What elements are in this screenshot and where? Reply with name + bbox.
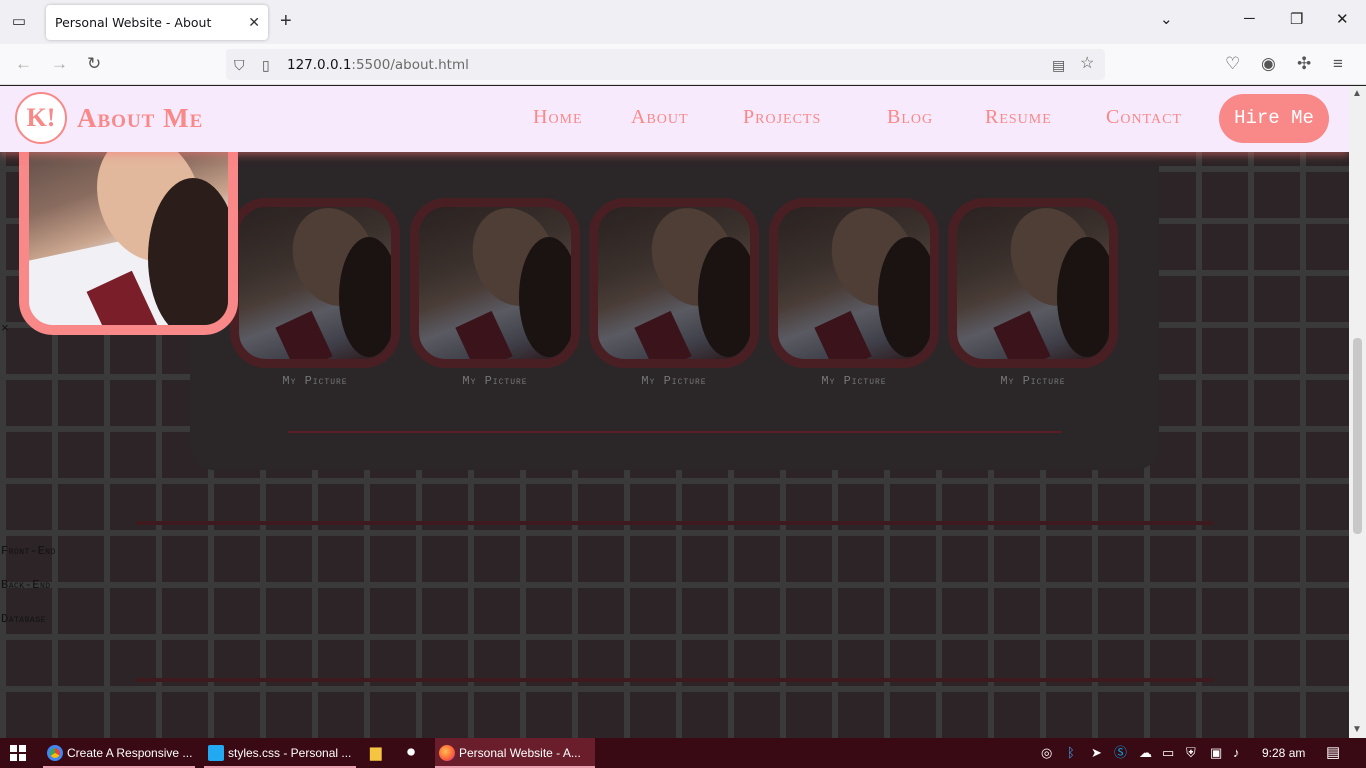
gallery-caption: My Picture	[821, 374, 887, 388]
profile-photo	[19, 128, 238, 335]
gallery-caption: My Picture	[641, 374, 707, 388]
taskbar-item-firefox[interactable]: Personal Website - A...	[435, 738, 595, 768]
gallery-photo[interactable]	[410, 198, 580, 368]
security-icon[interactable]: ⛨	[1186, 745, 1196, 761]
bookmark-star-icon[interactable]: ☆	[1080, 54, 1094, 74]
nav-contact[interactable]: Contact	[1106, 106, 1182, 129]
url-bar[interactable]: ⛉ ▯ 127.0.0.1:5500/about.html ▤ ☆	[226, 49, 1105, 80]
page-viewport: K! About Me Home About Projects Blog Res…	[0, 86, 1349, 738]
skill-item: Back-End	[1, 578, 51, 592]
scroll-thumb[interactable]	[1353, 338, 1362, 534]
arrow-icon[interactable]: ➤	[1091, 745, 1102, 761]
steam-icon[interactable]: ◎	[1041, 745, 1052, 761]
menu-icon[interactable]: ≡	[1333, 54, 1343, 74]
skill-item: Database	[1, 612, 46, 626]
bluetooth-icon[interactable]: ᛒ	[1067, 745, 1075, 761]
shield-icon[interactable]: ⛉	[234, 55, 245, 75]
nav-projects[interactable]: Projects	[743, 106, 821, 129]
taskbar-label: Create A Responsive ...	[67, 746, 193, 760]
scroll-up-icon[interactable]: ▲	[1352, 88, 1362, 99]
windows-start-icon[interactable]	[10, 745, 26, 761]
reload-icon[interactable]: ↻	[87, 54, 101, 74]
record-icon[interactable]: ⏺	[407, 745, 415, 761]
notification-icon[interactable]: ▤	[1326, 745, 1340, 761]
scroll-down-icon[interactable]: ▼	[1352, 724, 1362, 735]
chrome-icon	[47, 745, 63, 761]
cloud-icon[interactable]: ☁	[1139, 745, 1152, 761]
gallery-photo[interactable]	[769, 198, 939, 368]
skype-icon[interactable]: Ⓢ	[1114, 745, 1127, 761]
page-scrollbar[interactable]: ▲ ▼	[1349, 86, 1366, 738]
page-icon: ▯	[262, 57, 270, 73]
file-explorer-icon[interactable]: ▆	[370, 745, 382, 761]
minimize-icon[interactable]: ─	[1244, 10, 1255, 27]
url-text[interactable]: 127.0.0.1:5500/about.html	[287, 57, 469, 73]
nav-blog[interactable]: Blog	[887, 106, 933, 129]
section-divider	[136, 521, 1213, 525]
section-divider	[136, 678, 1213, 682]
site-logo[interactable]: K!	[15, 92, 67, 144]
forward-icon[interactable]: →	[51, 54, 68, 74]
network-icon[interactable]: ▣	[1210, 745, 1222, 761]
tab-list-icon[interactable]: ▭	[8, 11, 30, 33]
browser-tab-strip: ▭ Personal Website - About ✕ + ⌄ ─ ❐ ✕	[0, 0, 1366, 44]
nav-resume[interactable]: Resume	[985, 106, 1052, 129]
gallery-photo[interactable]	[589, 198, 759, 368]
gallery-caption: My Picture	[282, 374, 348, 388]
camera-icon[interactable]: ▭	[1162, 745, 1174, 761]
nav-home[interactable]: Home	[533, 106, 583, 129]
tab-title: Personal Website - About	[55, 15, 212, 30]
account-icon[interactable]: ◉	[1261, 54, 1276, 74]
list-all-tabs-icon[interactable]: ⌄	[1160, 10, 1173, 28]
taskbar-item-vscode[interactable]: styles.css - Personal ...	[204, 738, 356, 768]
gallery-divider	[288, 431, 1062, 433]
browser-tab-active[interactable]: Personal Website - About ✕	[46, 5, 268, 40]
reader-view-icon[interactable]: ▤	[1052, 55, 1065, 75]
page-title: About Me	[77, 103, 204, 133]
gallery-caption: My Picture	[1000, 374, 1066, 388]
taskbar-clock[interactable]: 9:28 am	[1262, 746, 1305, 760]
taskbar-item-chrome[interactable]: Create A Responsive ...	[43, 738, 195, 768]
tab-close-icon[interactable]: ✕	[248, 13, 260, 31]
restore-icon[interactable]: ❐	[1290, 10, 1303, 28]
extensions-icon[interactable]: ✣	[1297, 54, 1311, 74]
browser-nav-bar: ← → ↻ ⛉ ▯ 127.0.0.1:5500/about.html ▤ ☆ …	[0, 44, 1366, 85]
nav-about[interactable]: About	[631, 106, 689, 129]
skill-item: Front-End	[1, 544, 56, 558]
hire-me-button[interactable]: Hire Me	[1219, 94, 1329, 143]
new-tab-button[interactable]: +	[280, 10, 292, 32]
back-icon[interactable]: ←	[15, 54, 32, 74]
close-icon[interactable]: ✕	[1336, 10, 1349, 28]
pocket-icon[interactable]: ♡	[1225, 54, 1240, 74]
windows-taskbar: Create A Responsive ... styles.css - Per…	[0, 738, 1366, 768]
taskbar-label: Personal Website - A...	[459, 746, 581, 760]
volume-icon[interactable]: ♪	[1233, 745, 1240, 761]
modal-close-icon[interactable]: ×	[1, 321, 9, 336]
gallery-photo[interactable]	[948, 198, 1118, 368]
gallery-caption: My Picture	[462, 374, 528, 388]
site-header: K! About Me Home About Projects Blog Res…	[0, 86, 1349, 152]
taskbar-label: styles.css - Personal ...	[228, 746, 352, 760]
firefox-icon	[439, 745, 455, 761]
gallery-photo[interactable]	[230, 198, 400, 368]
vscode-icon	[208, 745, 224, 761]
